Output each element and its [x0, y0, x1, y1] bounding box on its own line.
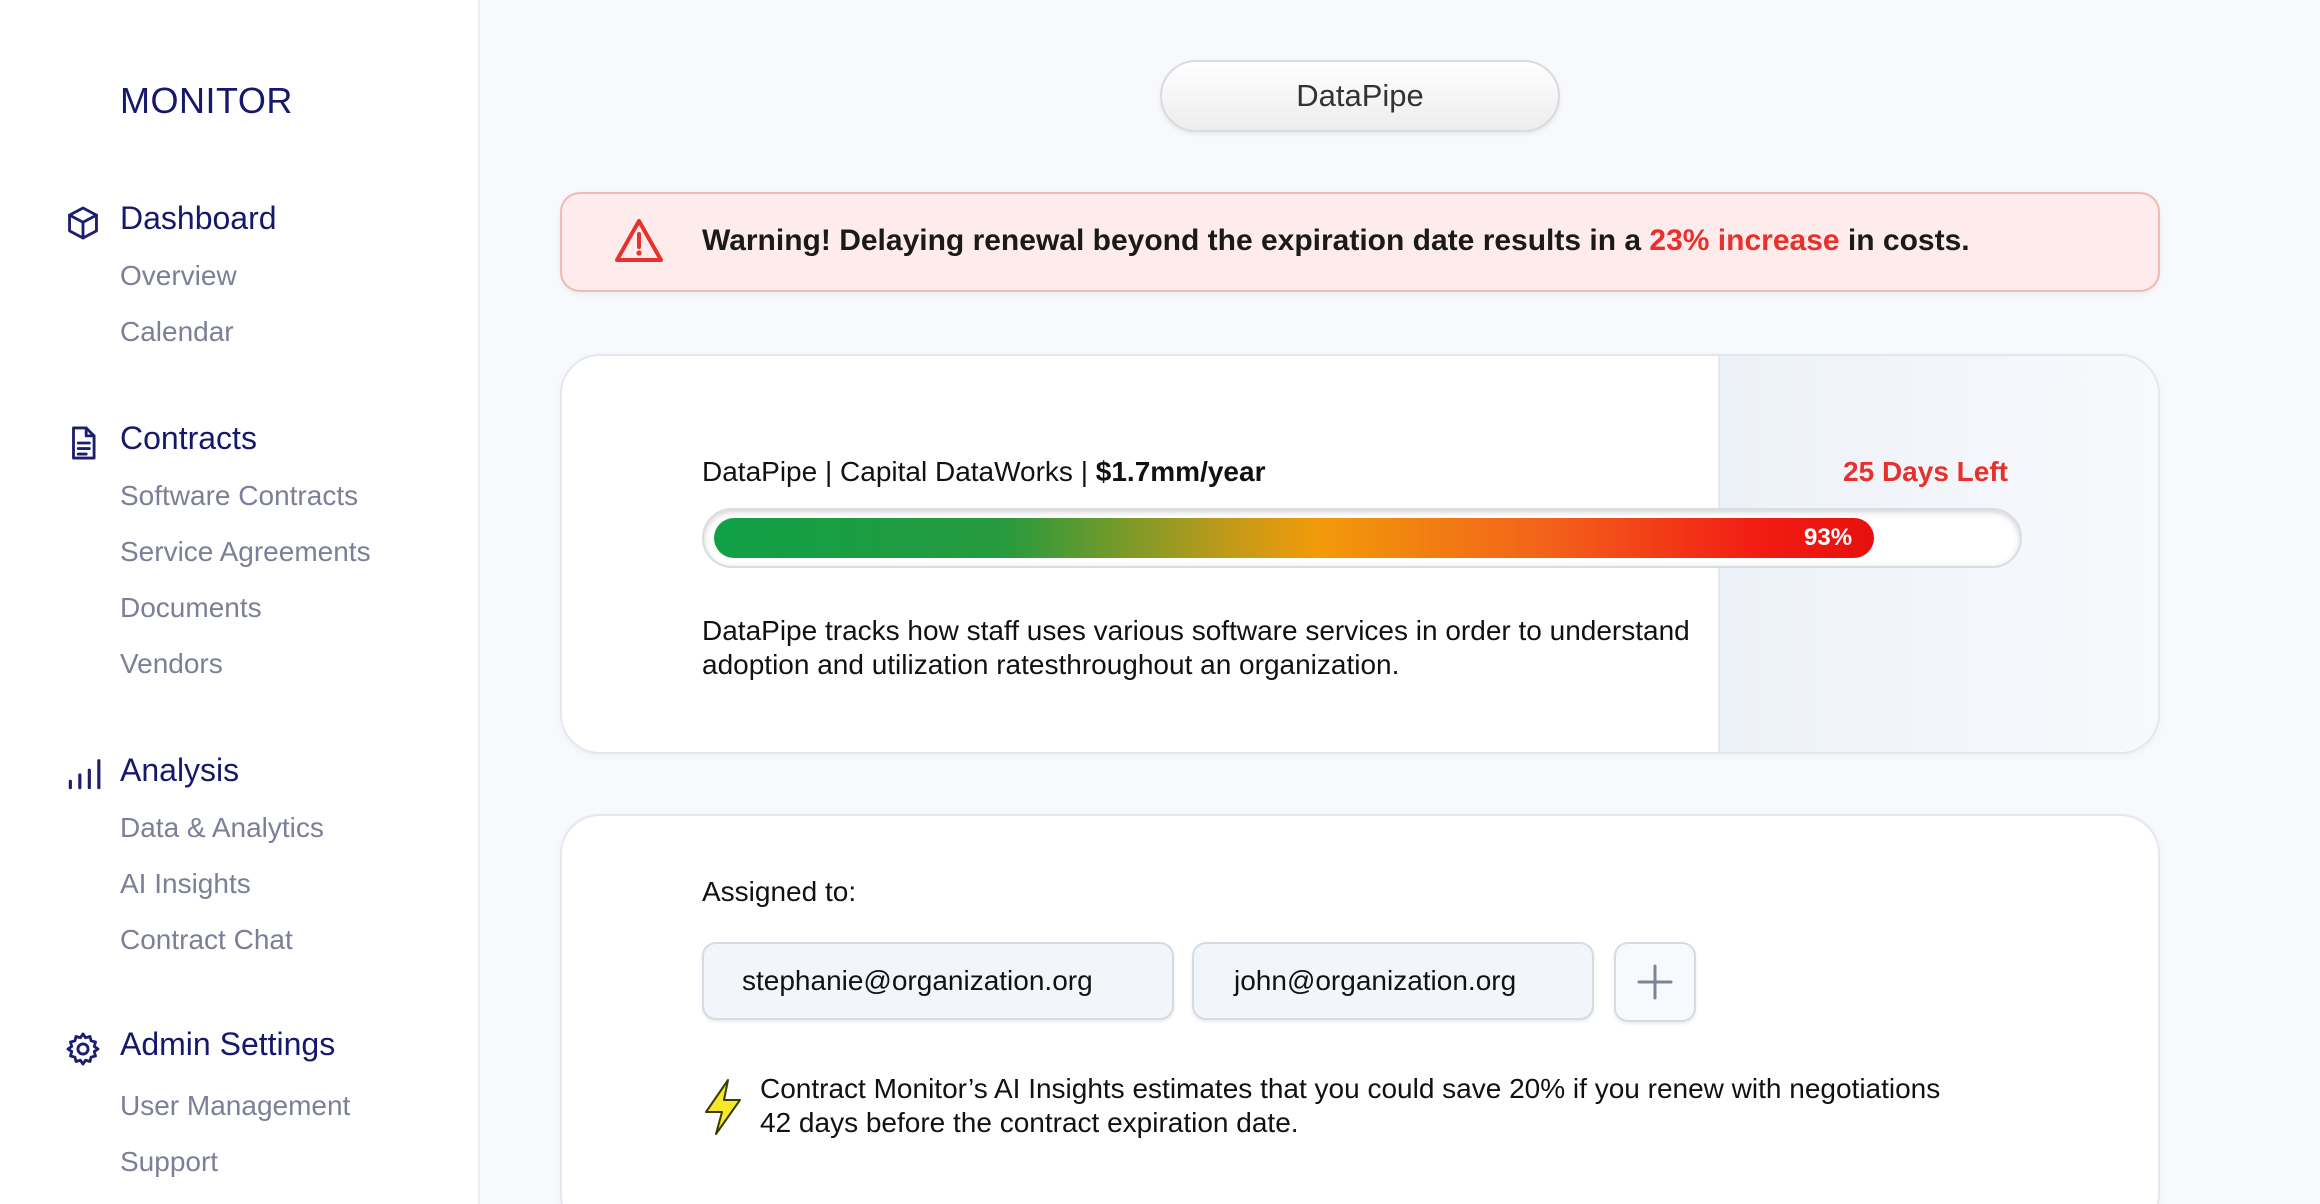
- nav-item-contract-chat[interactable]: Contract Chat: [120, 924, 293, 956]
- nav-section-analysis: Analysis: [0, 748, 480, 798]
- nav-contracts[interactable]: Contracts: [0, 416, 480, 466]
- vendor-name: Capital DataWorks: [840, 456, 1073, 487]
- contract-description: DataPipe tracks how staff uses various s…: [702, 615, 1690, 680]
- nav-admin-settings-label: Admin Settings: [120, 1026, 336, 1062]
- bar-chart-icon: [64, 756, 102, 794]
- brand-logo[interactable]: MONITOR: [120, 80, 293, 122]
- nav-item-support[interactable]: Support: [120, 1146, 218, 1178]
- contract-info-line: DataPipe | Capital DataWorks | $1.7mm/ye…: [702, 456, 1265, 488]
- nav-item-ai-insights[interactable]: AI Insights: [120, 868, 251, 900]
- nav-item-software-contracts[interactable]: Software Contracts: [120, 480, 358, 512]
- nav-admin-settings[interactable]: Admin Settings: [0, 1022, 480, 1072]
- add-assignee-button[interactable]: [1614, 942, 1696, 1022]
- nav-item-calendar[interactable]: Calendar: [120, 316, 234, 348]
- progress-percent: 93%: [1804, 524, 1853, 551]
- sidebar: MONITOR Dashboard Overview Calendar Cont…: [0, 0, 480, 1204]
- ai-insight-text: Contract Monitor’s AI Insights estimates…: [760, 1073, 1941, 1138]
- contract-progress-bar: 93%: [702, 508, 2022, 568]
- nav-dashboard[interactable]: Dashboard: [0, 196, 480, 246]
- product-selector-pill[interactable]: DataPipe: [1160, 60, 1560, 132]
- assignment-card: Assigned to: stephanie@organization.org …: [560, 814, 2160, 1204]
- separator: |: [1072, 456, 1096, 487]
- contract-cost: $1.7mm/year: [1095, 456, 1266, 487]
- nav-analysis-label: Analysis: [120, 752, 240, 788]
- nav-section-admin-settings: Admin Settings: [0, 1022, 480, 1072]
- warning-text-after: in costs.: [1839, 224, 1970, 257]
- assignee-chip[interactable]: stephanie@organization.org: [702, 942, 1174, 1020]
- warning-highlight: 23% increase: [1649, 224, 1840, 257]
- warning-text-before: Warning! Delaying renewal beyond the exp…: [702, 224, 1650, 257]
- nav-dashboard-label: Dashboard: [120, 200, 277, 236]
- warning-banner: Warning! Delaying renewal beyond the exp…: [560, 192, 2160, 292]
- gear-icon: [64, 1030, 102, 1068]
- plus-icon: [1637, 964, 1673, 1000]
- nav-item-service-agreements[interactable]: Service Agreements: [120, 536, 371, 568]
- cube-icon: [64, 204, 102, 242]
- contract-name: DataPipe: [702, 456, 818, 487]
- nav-section-dashboard: Dashboard: [0, 196, 480, 246]
- nav-contracts-label: Contracts: [120, 420, 257, 456]
- days-left-label: 25 Days Left: [1843, 456, 2008, 487]
- nav-section-contracts: Contracts: [0, 416, 480, 466]
- nav-item-vendors[interactable]: Vendors: [120, 648, 223, 680]
- warning-message: Warning! Delaying renewal beyond the exp…: [702, 224, 1970, 258]
- nav-item-data-analytics[interactable]: Data & Analytics: [120, 812, 324, 844]
- assigned-to-label: Assigned to:: [702, 876, 857, 907]
- warning-triangle-icon: [615, 219, 663, 262]
- nav-item-user-management[interactable]: User Management: [120, 1090, 350, 1122]
- nav-analysis[interactable]: Analysis: [0, 748, 480, 798]
- lightning-bolt-icon: [705, 1079, 741, 1135]
- document-icon: [64, 424, 102, 462]
- nav-item-documents[interactable]: Documents: [120, 592, 262, 624]
- progress-fill: [714, 518, 1874, 558]
- assignee-chip[interactable]: john@organization.org: [1192, 942, 1594, 1020]
- contract-summary-card: DataPipe | Capital DataWorks | $1.7mm/ye…: [560, 354, 2160, 754]
- separator: |: [817, 456, 841, 487]
- nav-item-overview[interactable]: Overview: [120, 260, 237, 292]
